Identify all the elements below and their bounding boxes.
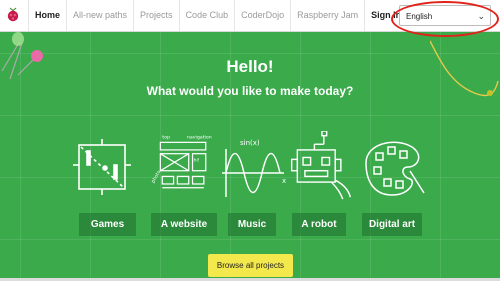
main-nav: Home All-new paths Projects Code Club Co… <box>28 0 407 31</box>
hero-title: Hello! <box>226 57 274 76</box>
robot-button[interactable]: A robot <box>292 213 346 236</box>
nav-raspberry-jam[interactable]: Raspberry Jam <box>290 0 364 31</box>
digital-art-button[interactable]: Digital art <box>362 213 422 236</box>
nav-home[interactable]: Home <box>28 0 66 31</box>
category-card-digital-art[interactable]: Digital art <box>356 133 426 236</box>
category-card-games[interactable]: Games <box>67 135 137 236</box>
digital-art-icon <box>365 141 425 196</box>
hero-subtitle: What would you like to make today? <box>146 84 354 98</box>
nav-code-club[interactable]: Code Club <box>178 0 235 31</box>
website-photo-text: photo <box>150 169 162 184</box>
website-button[interactable]: A website <box>151 213 217 236</box>
browse-all-projects-button[interactable]: Browse all projects <box>208 254 293 277</box>
language-select[interactable]: English ⌄ <box>399 5 491 26</box>
website-nav-text: navigation <box>187 135 212 141</box>
nav-projects[interactable]: Projects <box>133 0 179 31</box>
top-navigation-bar: Home All-new paths Projects Code Club Co… <box>0 0 500 32</box>
website-icon: top navigation hi! photo <box>150 135 212 189</box>
category-card-website[interactable]: top navigation hi! photo A website <box>149 131 219 236</box>
website-hi-text: hi! <box>193 157 199 163</box>
chevron-down-icon: ⌄ <box>477 11 485 21</box>
music-formula-text: sin(x) <box>240 139 260 147</box>
music-button[interactable]: Music <box>228 213 276 236</box>
raspberry-pi-logo-icon[interactable] <box>4 7 22 25</box>
music-icon: sin(x) x <box>222 139 286 197</box>
category-card-robot[interactable]: A robot <box>286 131 356 236</box>
category-card-music[interactable]: sin(x) x Music <box>218 135 288 236</box>
website-top-text: top <box>162 135 170 141</box>
language-select-value: English <box>406 12 433 21</box>
nav-all-new-paths[interactable]: All-new paths <box>66 0 133 31</box>
games-button[interactable]: Games <box>79 213 136 236</box>
games-icon <box>73 139 131 195</box>
robot-icon <box>290 131 352 200</box>
nav-coderdojo[interactable]: CoderDojo <box>234 0 290 31</box>
